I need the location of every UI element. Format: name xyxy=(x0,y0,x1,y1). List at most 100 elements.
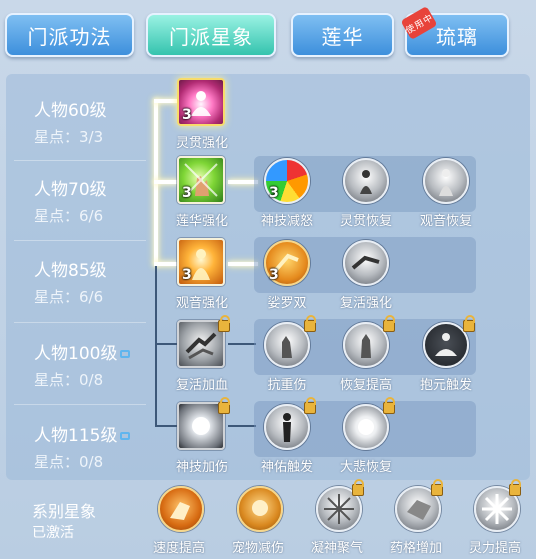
tab-label: 莲华 xyxy=(321,24,364,49)
skill-label: 复活加血 xyxy=(175,378,228,393)
skill-level: 3 xyxy=(269,267,279,283)
tab-label: 琉璃 xyxy=(436,24,478,49)
glowing-orb-icon xyxy=(358,419,374,435)
padlock-icon xyxy=(218,397,230,414)
link-85 xyxy=(154,262,178,266)
skill-label: 灵贯强化 xyxy=(175,136,228,151)
skill-divine-rage-reduce[interactable]: 3 xyxy=(264,158,310,204)
level-100: 人物100级 星点：0/8 xyxy=(16,327,140,405)
link-115-sub xyxy=(228,425,256,427)
padlock-icon xyxy=(463,315,475,332)
skill-linggguan-enhance[interactable]: 3 xyxy=(177,78,225,126)
tab-bar: 门派功法 门派星象 莲华 使用中 琉璃 xyxy=(0,0,536,70)
skill-label: 莲华强化 xyxy=(175,214,228,229)
divider xyxy=(14,240,146,241)
link-60 xyxy=(154,99,178,103)
hands-icon xyxy=(351,255,380,270)
tab-label: 门派功法 xyxy=(27,24,112,49)
skill-suoluoshuang[interactable]: 3 xyxy=(264,240,310,286)
skill-level: 3 xyxy=(182,185,192,201)
skill-label: 灵贯恢复 xyxy=(339,214,392,229)
skill-label: 观音恢复 xyxy=(419,214,472,229)
star-points: 星点：0/8 xyxy=(34,453,104,471)
standing-figure-icon xyxy=(283,413,291,442)
skill-label: 神技减怒 xyxy=(260,214,313,229)
series-pet-damage-reduce[interactable] xyxy=(237,486,283,532)
level-label: 人物70级 xyxy=(34,180,107,200)
divider xyxy=(14,160,146,161)
tab-sect-skills[interactable]: 门派功法 xyxy=(5,13,134,57)
runner-icon xyxy=(170,502,190,520)
level-115: 人物115级 星点：0/8 xyxy=(16,409,140,487)
link-trunk-inactive xyxy=(155,266,157,426)
level-label: 人物60级 xyxy=(34,101,107,121)
padlock-icon xyxy=(383,397,395,414)
skill-label: 娑罗双 xyxy=(267,296,307,311)
skill-lingguan-recover[interactable] xyxy=(343,158,389,204)
series-status: 已激活 xyxy=(32,525,74,541)
skill-level: 3 xyxy=(182,107,192,123)
tab-liuli[interactable]: 使用中 琉璃 xyxy=(400,5,509,57)
skill-level: 3 xyxy=(269,185,279,201)
padlock-icon xyxy=(431,479,443,496)
series-title: 系别星象 xyxy=(32,502,97,521)
padlock-icon xyxy=(383,315,395,332)
pet-icon xyxy=(252,500,268,516)
padlock-icon xyxy=(304,397,316,414)
link-70 xyxy=(154,180,178,184)
hand-icon xyxy=(361,334,371,358)
skill-revive-enhance[interactable] xyxy=(343,240,389,286)
level-label-row: 人物115级 xyxy=(34,421,131,446)
link-100-sub xyxy=(228,343,256,345)
star-points: 星点：6/6 xyxy=(34,207,104,225)
goddess-icon xyxy=(439,169,453,196)
padlock-icon xyxy=(304,315,316,332)
level-label: 人物115级 xyxy=(34,426,118,446)
skill-label: 凝神聚气 xyxy=(310,541,363,556)
skill-label: 抗重伤 xyxy=(267,378,307,393)
skill-level: 3 xyxy=(182,267,192,283)
lock-icon xyxy=(120,432,131,440)
padlock-icon xyxy=(509,479,521,496)
level-label-row: 人物100级 xyxy=(34,339,131,364)
level-60: 人物60级 星点：3/3 xyxy=(16,84,140,162)
skill-label: 神技加伤 xyxy=(175,460,228,475)
hand-icon xyxy=(282,336,292,358)
divider xyxy=(14,404,146,405)
hands-icon xyxy=(185,332,217,360)
meditating-figure-icon xyxy=(435,333,457,356)
skill-label: 速度提高 xyxy=(152,541,205,556)
skill-label: 灵力提高 xyxy=(468,541,521,556)
skill-guanyin-recover[interactable] xyxy=(423,158,469,204)
level-label: 人物85级 xyxy=(34,261,107,281)
in-use-badge: 使用中 xyxy=(400,5,438,41)
figure-light-icon xyxy=(360,170,372,194)
skill-guanyin-enhance[interactable]: 3 xyxy=(177,238,225,286)
skill-label: 药格增加 xyxy=(389,541,442,556)
tab-label: 门派星象 xyxy=(169,24,253,49)
link-115 xyxy=(155,425,177,427)
skill-label: 大悲恢复 xyxy=(339,460,392,475)
star-points: 星点：3/3 xyxy=(34,128,104,146)
skill-label: 观音强化 xyxy=(175,296,228,311)
skill-label: 宠物减伤 xyxy=(231,541,284,556)
level-70: 人物70级 星点：6/6 xyxy=(16,163,140,241)
divider xyxy=(14,322,146,323)
link-100 xyxy=(155,343,177,345)
level-label: 人物100级 xyxy=(34,344,118,364)
skill-label: 复活强化 xyxy=(339,296,392,311)
glowing-orb-icon xyxy=(192,417,210,435)
skill-label: 抱元触发 xyxy=(419,378,472,393)
skill-label: 恢复提高 xyxy=(339,378,392,393)
star-points: 星点：0/8 xyxy=(34,371,104,389)
lock-icon xyxy=(120,350,131,358)
skill-lianhua-enhance[interactable]: 3 xyxy=(177,156,225,204)
padlock-icon xyxy=(352,479,364,496)
star-points: 星点：6/6 xyxy=(34,288,104,306)
skill-label: 神佑触发 xyxy=(260,460,313,475)
tab-sect-constellation[interactable]: 门派星象 xyxy=(146,13,276,57)
series-speed-boost[interactable] xyxy=(158,486,204,532)
level-85: 人物85级 星点：6/6 xyxy=(16,244,140,322)
padlock-icon xyxy=(218,315,230,332)
tab-lianhua[interactable]: 莲华 xyxy=(291,13,394,57)
